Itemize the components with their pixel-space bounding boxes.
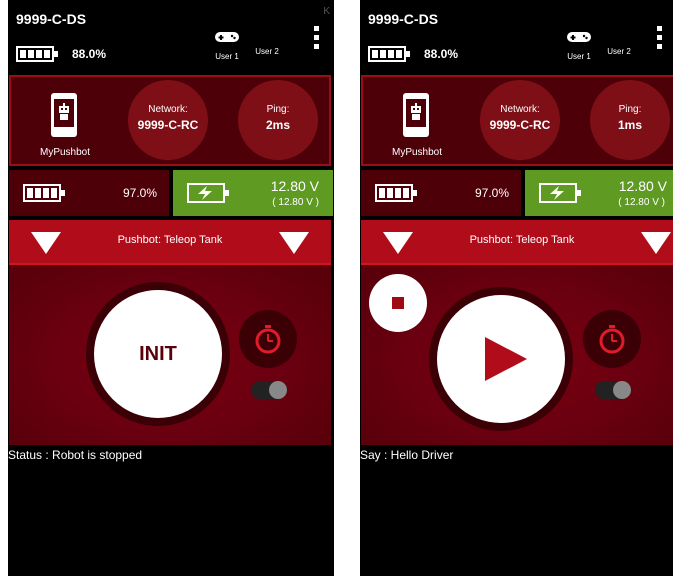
play-icon (485, 337, 527, 381)
opmode-selector[interactable]: Pushbot: Teleop Tank (361, 220, 673, 265)
gamepad-user-2-label: User 2 (255, 47, 279, 56)
robot-name: MyPushbot (391, 147, 443, 158)
rc-battery-percent: 97.0% (122, 186, 157, 200)
robot-phone-icon (51, 93, 77, 137)
play-button[interactable] (437, 295, 565, 423)
app-title: 9999-C-DS (16, 11, 87, 27)
rc-battery-panel: 97.0% (361, 170, 521, 216)
init-button[interactable]: INIT (94, 290, 222, 418)
app-title: 9999-C-DS (368, 11, 439, 27)
stopwatch-icon[interactable] (239, 310, 297, 368)
voltage-value: 12.80 V (270, 178, 319, 194)
corner-mark: K (323, 6, 330, 17)
control-area (361, 265, 673, 445)
opmode-name: Pushbot: Teleop Tank (469, 234, 575, 246)
gamepad-icon (215, 32, 239, 42)
ping-value: 1ms (617, 118, 643, 132)
rc-battery-panel: 97.0% (9, 170, 169, 216)
network-value: 9999-C-RC (137, 118, 199, 132)
gamepad-user-1[interactable]: User 1 (560, 30, 598, 61)
stopwatch-icon[interactable] (583, 310, 641, 368)
battery-icon (16, 46, 58, 62)
stop-button[interactable] (363, 268, 437, 342)
network-indicator: Network: 9999-C-RC (128, 80, 208, 160)
gamepad-indicators: User 1 User 2 (208, 30, 286, 66)
robot-voltage-panel: 12.80 V ( 12.80 V ) (173, 170, 333, 216)
charging-battery-icon (539, 183, 581, 203)
timer-toggle[interactable] (595, 381, 631, 399)
control-area: INIT (9, 265, 331, 445)
driver-station-screen-init: 9999-C-DS K 88.0% User 1 User 2 MyPushbo… (8, 0, 334, 576)
gamepad-user-1-label: User 1 (567, 52, 591, 61)
stop-icon (392, 297, 404, 309)
battery-icon (368, 46, 410, 62)
voltage-sub-value: ( 12.80 V ) (272, 197, 319, 208)
gamepad-user-1[interactable]: User 1 (208, 30, 246, 61)
voltage-value: 12.80 V (618, 178, 667, 194)
triangle-down-icon[interactable] (641, 232, 671, 254)
charging-battery-icon (187, 183, 229, 203)
network-label: Network: (500, 104, 540, 115)
driver-station-screen-running: 9999-C-DS 88.0% User 1 User 2 MyPushbot … (360, 0, 673, 576)
battery-icon (375, 184, 417, 202)
timer-toggle[interactable] (251, 381, 287, 399)
robot-status-panel: MyPushbot Network: 9999-C-RC Ping: 1ms (361, 75, 673, 166)
triangle-down-icon[interactable] (279, 232, 309, 254)
gamepad-indicators: User 1 User 2 (560, 30, 638, 66)
opmode-selector[interactable]: Pushbot: Teleop Tank (9, 220, 331, 265)
phone-battery-percent: 88.0% (424, 47, 459, 61)
robot-phone-icon (403, 93, 429, 137)
gamepad-user-2[interactable]: User 2 (248, 30, 286, 56)
phone-battery-percent: 88.0% (72, 47, 107, 61)
more-vert-icon[interactable] (655, 26, 663, 54)
gamepad-user-2-label: User 2 (607, 47, 631, 56)
status-message: Status : Robot is stopped (8, 448, 143, 462)
gamepad-user-2[interactable]: User 2 (600, 30, 638, 56)
phone-battery: 88.0% (16, 44, 106, 64)
play-button-ring (429, 287, 573, 431)
gamepad-icon (567, 32, 591, 42)
init-button-label: INIT (139, 342, 177, 365)
gamepad-user-1-label: User 1 (215, 52, 239, 61)
status-message: Say : Hello Driver (360, 448, 454, 462)
network-value: 9999-C-RC (489, 118, 551, 132)
ping-indicator: Ping: 2ms (238, 80, 318, 160)
network-label: Network: (148, 104, 188, 115)
rc-battery-percent: 97.0% (474, 186, 509, 200)
network-indicator: Network: 9999-C-RC (480, 80, 560, 160)
voltage-sub-value: ( 12.80 V ) (618, 197, 665, 208)
ping-indicator: Ping: 1ms (590, 80, 670, 160)
ping-label: Ping: (266, 104, 290, 115)
ping-label: Ping: (618, 104, 642, 115)
robot-name: MyPushbot (39, 147, 91, 158)
robot-status-panel: MyPushbot Network: 9999-C-RC Ping: 2ms (9, 75, 331, 166)
more-vert-icon[interactable] (312, 26, 320, 54)
init-button-ring: INIT (86, 282, 230, 426)
robot-voltage-panel: 12.80 V ( 12.80 V ) (525, 170, 673, 216)
battery-icon (23, 184, 65, 202)
ping-value: 2ms (265, 118, 291, 132)
phone-battery: 88.0% (368, 44, 458, 64)
